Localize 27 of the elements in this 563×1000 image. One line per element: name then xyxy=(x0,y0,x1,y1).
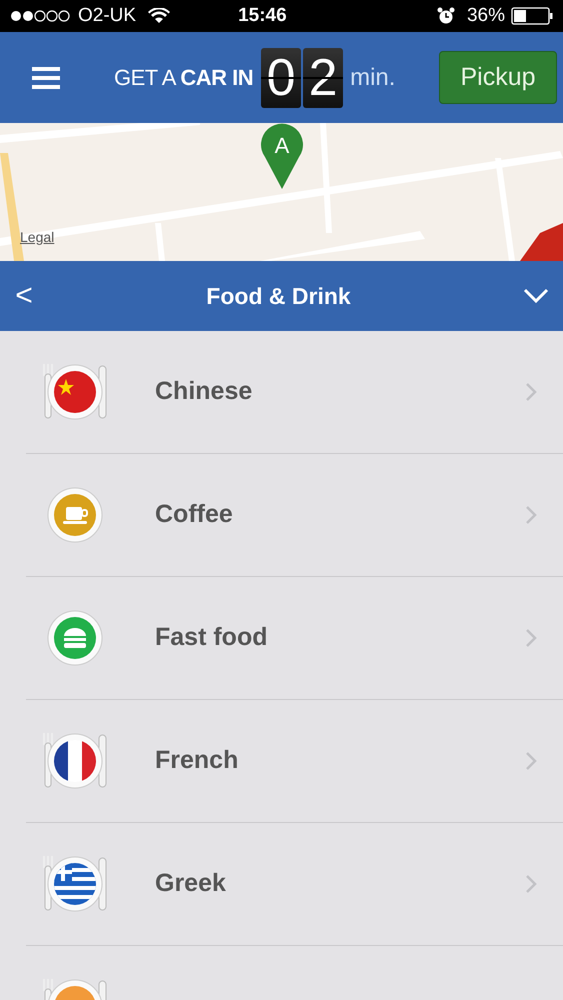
chevron-right-icon xyxy=(525,628,537,648)
category-item[interactable]: Greek xyxy=(155,865,525,903)
clock-time: 15:46 xyxy=(238,4,287,28)
battery-percent: 36% xyxy=(466,4,505,28)
category-item[interactable]: Fast food xyxy=(155,619,525,657)
chevron-right-icon xyxy=(525,382,537,402)
alarm-icon xyxy=(436,7,455,25)
flip-digit: 2 xyxy=(303,48,344,108)
category-item[interactable]: French xyxy=(155,742,525,780)
signal-icon xyxy=(10,10,72,22)
carrier-name: O2-UK xyxy=(78,4,136,28)
menu-icon[interactable] xyxy=(32,66,60,88)
category-item[interactable]: Chinese xyxy=(155,373,525,411)
chevron-right-icon xyxy=(525,505,537,525)
category-title: Food & Drink xyxy=(205,282,352,311)
chevron-down-icon[interactable] xyxy=(523,288,549,304)
map-pin[interactable]: A xyxy=(261,123,303,189)
pickup-button[interactable]: Pickup xyxy=(439,51,557,104)
chevron-right-icon xyxy=(525,751,537,771)
wifi-icon xyxy=(148,8,170,24)
legal-link[interactable]: Legal xyxy=(20,227,54,248)
chevron-right-icon xyxy=(525,874,537,894)
unit-label: min. xyxy=(350,62,396,92)
back-button[interactable]: < xyxy=(14,281,34,311)
battery-icon xyxy=(511,7,553,25)
category-item[interactable]: Coffee xyxy=(155,496,525,534)
tagline: GET A CAR IN xyxy=(114,64,254,92)
